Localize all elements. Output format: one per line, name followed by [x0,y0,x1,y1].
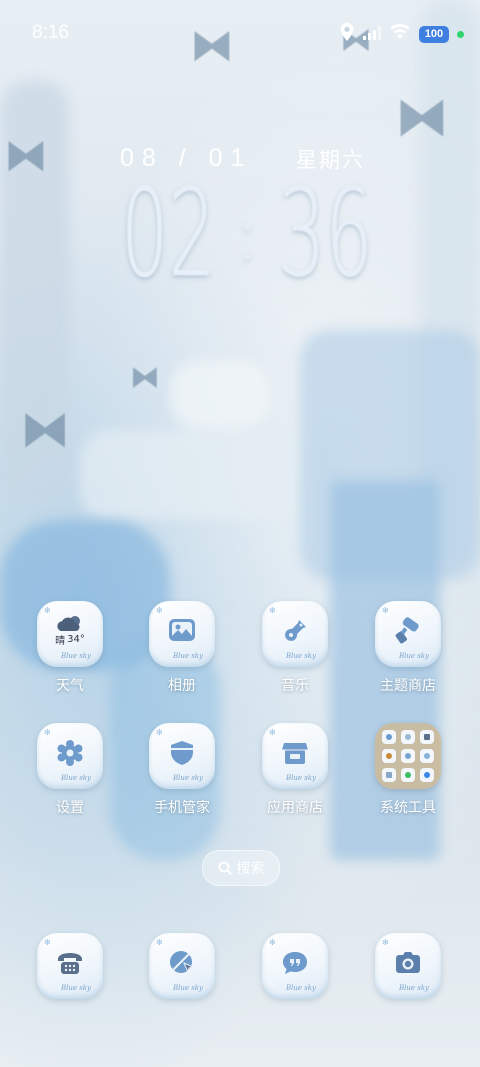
app-gallery[interactable]: ✻ Blue sky 相册 [137,601,227,695]
app-label: 应用商店 [267,800,323,816]
theme-store-icon[interactable]: ✻ Blue sky [375,601,441,667]
phone-icon[interactable]: ✻ Blue sky [37,933,103,999]
cloud-sun-icon [57,615,80,631]
app-settings[interactable]: ✻ Blue sky 设置 [25,723,115,817]
app-theme-store[interactable]: ✻ Blue sky 主题商店 [363,601,453,695]
search-label: 搜索 [236,861,265,877]
shop-icon [279,737,311,769]
guitar-icon [279,615,311,647]
paint-roller-icon [392,615,424,647]
app-music[interactable]: ✻ Blue sky 音乐 [250,601,340,695]
clock-colon: : [235,194,259,276]
mini-app-icon [382,730,396,744]
dock-camera[interactable]: ✻ Blue sky [363,933,453,999]
app-app-store[interactable]: ✻ Blue sky 应用商店 [250,723,340,817]
clock-hour: 02 [121,165,216,304]
compass-cursor-icon [166,947,198,979]
picture-icon [166,615,198,647]
dock-phone[interactable]: ✻ Blue sky [25,933,115,999]
clock-minute: 36 [278,165,373,304]
weather-glyph: 晴 34° [55,614,85,647]
mini-app-icon [401,730,415,744]
app-weather[interactable]: ✻ 晴 34° Blue sky 天气 [25,601,115,695]
app-label: 相册 [168,678,196,694]
mini-app-icon [420,749,434,763]
status-time: 8:16 [32,22,69,43]
butterfly-decoration: ⧓ [395,85,449,148]
settings-icon[interactable]: ✻ Blue sky [37,723,103,789]
icon-deco-text: Blue sky [172,774,203,782]
icon-deco-text: Blue sky [172,652,203,660]
status-icons: 100 [339,22,464,46]
search-button[interactable]: 搜索 [202,850,280,886]
dock-messages[interactable]: ✻ Blue sky [250,933,340,999]
search-icon [218,861,232,875]
snowflake-icon: ✻ [156,728,163,737]
snowflake-icon: ✻ [382,938,389,947]
mini-app-icon [401,768,415,782]
icon-deco-text: Blue sky [60,984,91,992]
butterfly-decoration: ⧓ [20,400,70,458]
battery-icon: 100 [419,25,449,43]
mini-app-icon [420,730,434,744]
app-label: 音乐 [281,678,309,694]
chat-bubble-icon [279,947,311,979]
green-dot [457,30,464,38]
clock-widget[interactable]: 02 : 36 [92,170,402,300]
icon-deco-text: Blue sky [398,984,429,992]
icon-deco-text: Blue sky [398,652,429,660]
wallpaper-monitor [170,360,270,430]
snowflake-icon: ✻ [269,728,276,737]
app-label: 设置 [56,800,84,816]
snowflake-icon: ✻ [269,938,276,947]
snowflake-icon: ✻ [269,606,276,615]
signal-icon [363,25,381,44]
app-phone-manager[interactable]: ✻ Blue sky 手机管家 [137,723,227,817]
butterfly-decoration: ⧓ [130,360,160,395]
gear-icon [54,737,86,769]
icon-deco-text: Blue sky [285,652,316,660]
app-label: 主题商店 [380,678,436,694]
butterfly-decoration: ⧓ [4,130,48,181]
icon-deco-text: Blue sky [60,652,91,660]
icon-deco-text: Blue sky [172,984,203,992]
home-screen: ⧓ ⧓ ⧓ ⧓ ⧓ ⧓ 8:16 100 08 / 01 星期六 02 : 36 [0,0,480,1067]
weather-mini: 晴 34° [55,632,85,647]
dock-browser[interactable]: ✻ Blue sky [137,933,227,999]
snowflake-icon: ✻ [382,606,389,615]
weather-temperature: 34° [67,633,85,645]
snowflake-icon: ✻ [44,606,51,615]
telephone-icon [54,947,86,979]
messages-icon[interactable]: ✻ Blue sky [262,933,328,999]
icon-deco-text: Blue sky [285,774,316,782]
weather-icon[interactable]: ✻ 晴 34° Blue sky [37,601,103,667]
shield-icon [166,737,198,769]
snowflake-icon: ✻ [44,728,51,737]
wifi-icon [389,24,411,44]
mini-app-icon [382,768,396,782]
snowflake-icon: ✻ [156,606,163,615]
app-system-tools-folder[interactable]: 系统工具 [363,723,453,817]
camera-icon[interactable]: ✻ Blue sky [375,933,441,999]
icon-deco-text: Blue sky [285,984,316,992]
camera-glyph-icon [392,947,424,979]
app-label: 手机管家 [154,800,210,816]
icon-deco-text: Blue sky [60,774,91,782]
mini-app-icon [382,749,396,763]
weather-condition: 晴 [55,635,66,647]
status-bar: 8:16 100 [0,0,480,68]
gallery-icon[interactable]: ✻ Blue sky [149,601,215,667]
app-label: 系统工具 [380,800,436,816]
app-store-icon[interactable]: ✻ Blue sky [262,723,328,789]
snowflake-icon: ✻ [156,938,163,947]
mini-app-icon [401,749,415,763]
phone-manager-icon[interactable]: ✻ Blue sky [149,723,215,789]
location-icon [339,22,355,46]
music-icon[interactable]: ✻ Blue sky [262,601,328,667]
app-label: 天气 [56,678,84,694]
folder-icon[interactable] [375,723,441,789]
snowflake-icon: ✻ [44,938,51,947]
browser-icon[interactable]: ✻ Blue sky [149,933,215,999]
mini-app-icon [420,768,434,782]
